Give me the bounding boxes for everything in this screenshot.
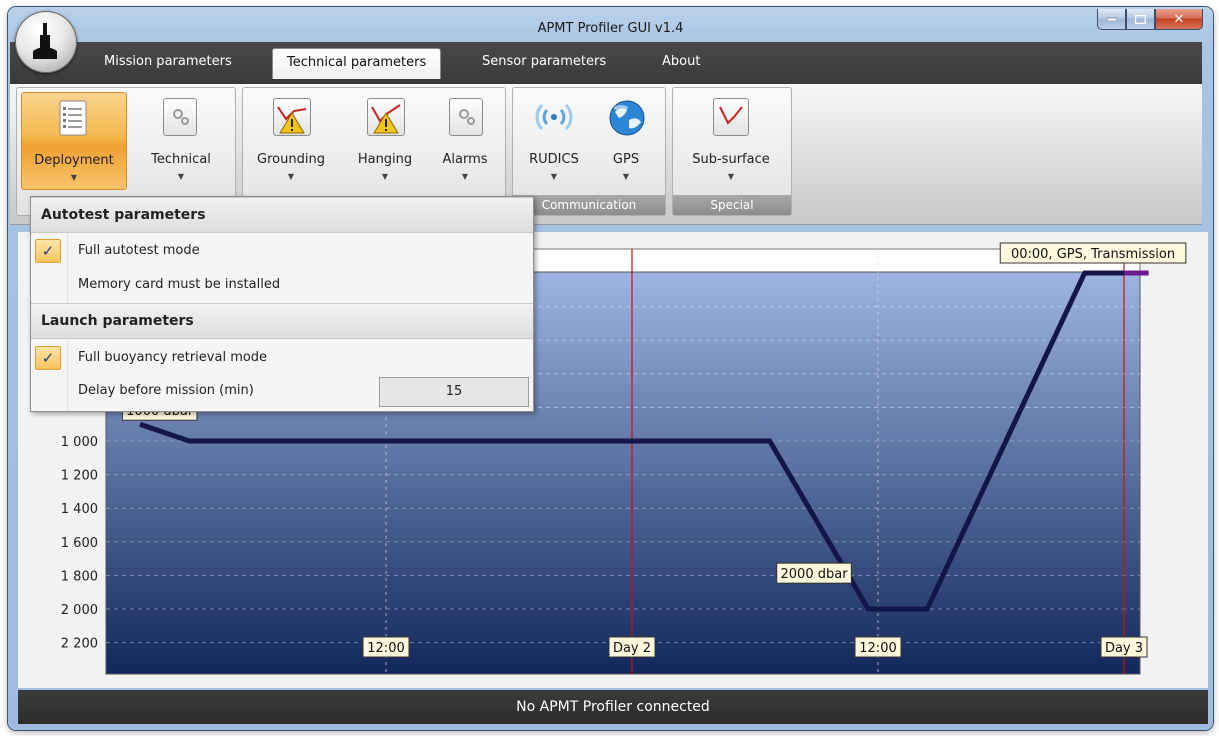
tab-technical-parameters[interactable]: Technical parameters (272, 48, 442, 79)
x-marker-label: Day 2 (613, 641, 651, 656)
chevron-down-icon: ▼ (287, 172, 295, 181)
x-marker-label: 12:00 (367, 641, 404, 656)
depth-annotation: 2000 dbar (781, 567, 849, 582)
tab-sensor-parameters[interactable]: Sensor parameters (482, 54, 606, 69)
window-controls: ✕ (1097, 9, 1203, 31)
y-tick-label: 1 400 (61, 502, 98, 517)
gps-label: GPS (612, 152, 640, 167)
delay-before-mission-item: Delay before mission (min) 15 (31, 375, 533, 407)
close-icon: ✕ (1173, 11, 1185, 27)
chevron-down-icon: ▼ (381, 172, 389, 181)
chevron-down-icon: ▼ (550, 172, 558, 181)
grounding-button[interactable]: Grounding ▼ (249, 92, 333, 188)
deployment-label: Deployment (34, 153, 114, 168)
full-buoyancy-retrieval-label: Full buoyancy retrieval mode (78, 350, 268, 365)
rudics-button[interactable]: RUDICS ▼ (519, 92, 589, 188)
maximize-button[interactable] (1126, 9, 1155, 30)
close-button[interactable]: ✕ (1155, 9, 1203, 30)
deployment-button[interactable]: Deployment ▼ (21, 92, 127, 190)
y-tick-label: 1 800 (61, 569, 98, 584)
gps-button[interactable]: GPS ▼ (593, 92, 659, 188)
checklist-icon (56, 99, 94, 137)
chevron-down-icon: ▼ (70, 173, 78, 182)
alarms-button[interactable]: Alarms ▼ (431, 92, 499, 188)
minimize-icon (1106, 17, 1117, 21)
x-marker-label: Day 3 (1105, 641, 1143, 656)
y-tick-label: 2 200 (61, 637, 98, 652)
delay-minutes-input[interactable]: 15 (379, 377, 529, 407)
ribbon-group-communication: RUDICS ▼ GPS ▼ Communication (512, 87, 666, 216)
warning-graph-icon (367, 98, 405, 136)
alarms-label: Alarms (442, 152, 488, 167)
y-tick-label: 1 000 (61, 435, 98, 450)
checkmark-icon[interactable]: ✓ (35, 239, 61, 263)
technical-label: Technical (151, 152, 211, 167)
full-buoyancy-retrieval-item[interactable]: ✓ Full buoyancy retrieval mode (31, 342, 533, 374)
y-tick-label: 1 200 (61, 469, 98, 484)
communication-group-label: Communication (513, 195, 665, 215)
hanging-label: Hanging (357, 152, 413, 167)
tab-mission-parameters[interactable]: Mission parameters (104, 54, 232, 69)
hanging-button[interactable]: Hanging ▼ (343, 92, 427, 188)
ribbon-group-special: Sub-surface ▼ Special (672, 87, 792, 216)
full-autotest-mode-item[interactable]: ✓ Full autotest mode (31, 235, 533, 267)
sub-surface-button[interactable]: Sub-surface ▼ (685, 92, 777, 188)
deployment-dropdown-menu: Autotest parameters ✓ Full autotest mode… (30, 196, 534, 412)
window-title: APMT Profiler GUI v1.4 (537, 21, 684, 36)
chevron-down-icon: ▼ (177, 172, 185, 181)
full-autotest-mode-label: Full autotest mode (78, 243, 200, 258)
autotest-section-header: Autotest parameters (31, 197, 533, 233)
globe-icon (607, 98, 645, 136)
sub-surface-label: Sub-surface (692, 152, 770, 167)
chevron-down-icon: ▼ (622, 172, 630, 181)
minimize-button[interactable] (1097, 9, 1126, 30)
maximize-icon (1135, 14, 1146, 24)
technical-button[interactable]: Technical ▼ (137, 92, 225, 188)
y-tick-label: 2 000 (61, 603, 98, 618)
memory-card-label: Memory card must be installed (78, 277, 281, 292)
status-bar: No APMT Profiler connected (18, 690, 1208, 724)
profiler-float-icon (33, 23, 57, 59)
chevron-down-icon: ▼ (461, 172, 469, 181)
special-group-label: Special (673, 195, 791, 215)
tab-about[interactable]: About (662, 54, 700, 69)
rudics-label: RUDICS (529, 152, 579, 167)
application-menu-button[interactable] (15, 11, 77, 73)
x-marker-label: 12:00 (859, 641, 896, 656)
chevron-down-icon: ▼ (727, 172, 735, 181)
depth-annotation: 00:00, GPS, Transmission (1011, 247, 1175, 262)
launch-section-header: Launch parameters (31, 303, 533, 339)
checkmark-icon[interactable]: ✓ (35, 346, 61, 370)
ribbon-tab-bar: Mission parameters Technical parameters … (10, 42, 1202, 84)
memory-card-item[interactable]: Memory card must be installed (31, 269, 533, 301)
wireless-icon (535, 98, 573, 136)
graph-icon (713, 98, 749, 136)
y-tick-label: 1 600 (61, 536, 98, 551)
delay-before-mission-label: Delay before mission (min) (78, 383, 254, 398)
grounding-label: Grounding (257, 152, 325, 167)
gear-icon (449, 98, 483, 136)
warning-graph-icon (273, 98, 311, 136)
gear-icon (163, 98, 197, 136)
